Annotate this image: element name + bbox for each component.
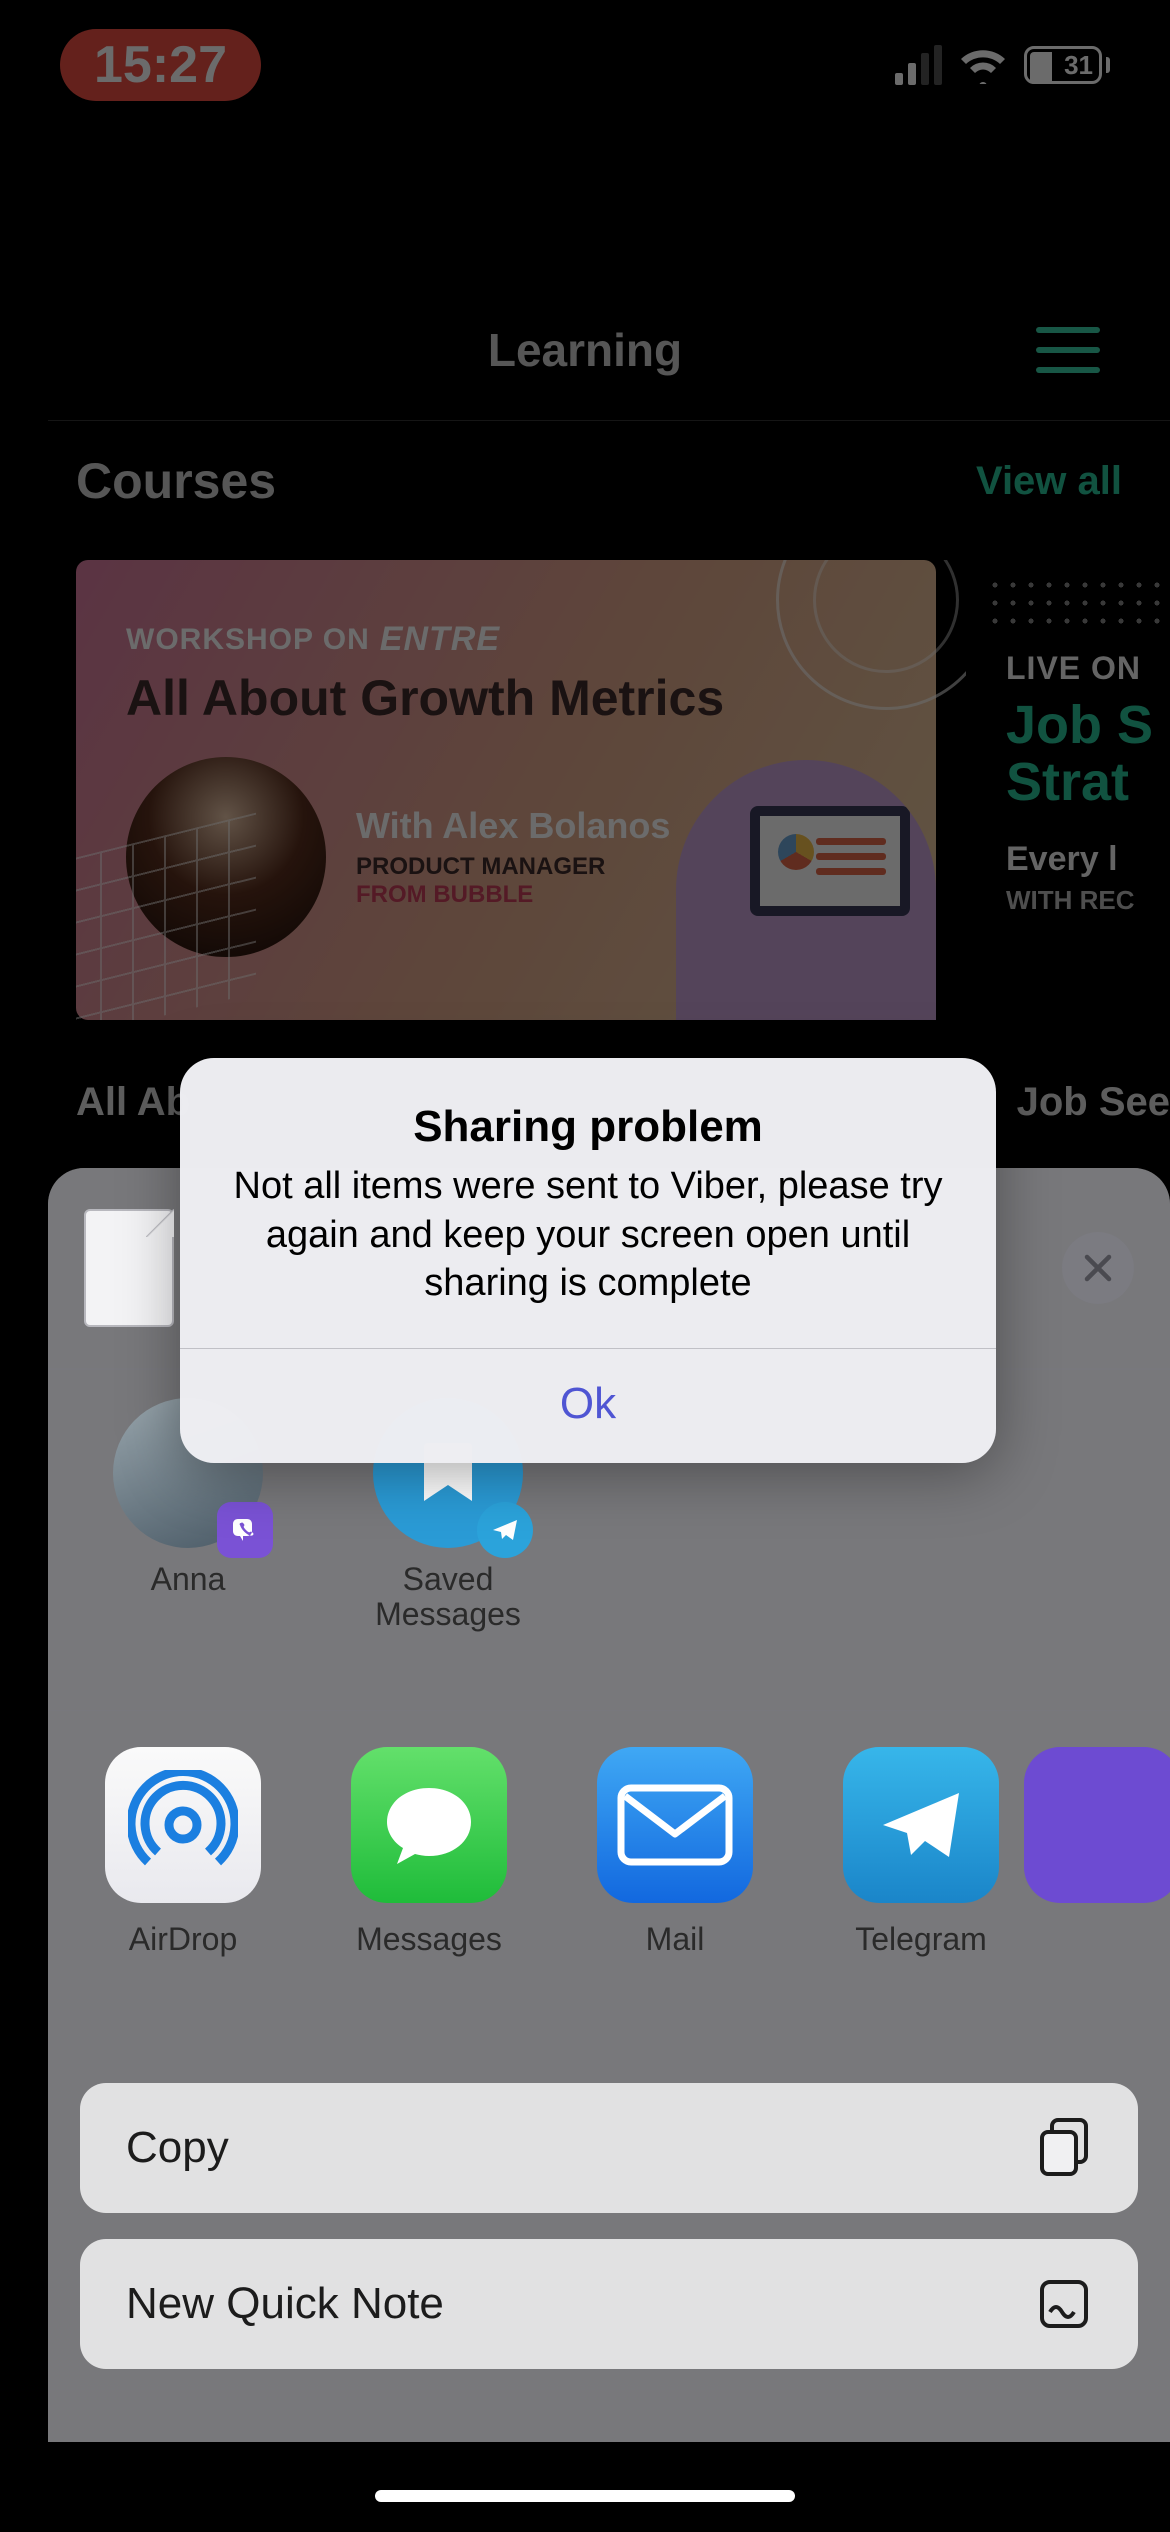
quick-note-icon [1036, 2276, 1092, 2332]
alert-title: Sharing problem [230, 1102, 946, 1152]
app-label: AirDrop [129, 1921, 237, 1958]
viber-badge-icon [217, 1502, 273, 1558]
copy-icon [1036, 2116, 1092, 2180]
share-apps-row[interactable]: AirDrop Messages Mail Telegram [48, 1711, 1170, 2061]
alert-message: Not all items were sent to Viber, please… [230, 1162, 946, 1308]
messages-icon [351, 1747, 507, 1903]
share-actions: Copy New Quick Note [48, 2061, 1170, 2369]
app-messages[interactable]: Messages [344, 1747, 514, 1958]
file-icon [84, 1209, 174, 1327]
contact-label: Anna [151, 1562, 226, 1597]
telegram-badge-icon [477, 1502, 533, 1558]
action-label: Copy [126, 2123, 229, 2173]
app-label: Mail [646, 1921, 705, 1958]
mail-icon [597, 1747, 753, 1903]
alert-dialog: Sharing problem Not all items were sent … [180, 1058, 996, 1463]
app-viber-partial[interactable] [1082, 1747, 1122, 1903]
telegram-icon [843, 1747, 999, 1903]
action-new-quick-note[interactable]: New Quick Note [80, 2239, 1138, 2369]
airdrop-icon [105, 1747, 261, 1903]
contact-label: Saved Messages [358, 1562, 538, 1632]
app-telegram[interactable]: Telegram [836, 1747, 1006, 1958]
app-mail[interactable]: Mail [590, 1747, 760, 1958]
app-label: Telegram [855, 1921, 987, 1958]
close-icon [1083, 1253, 1113, 1283]
close-button[interactable] [1062, 1232, 1134, 1304]
action-copy[interactable]: Copy [80, 2083, 1138, 2213]
viber-icon [1024, 1747, 1170, 1903]
app-airdrop[interactable]: AirDrop [98, 1747, 268, 1958]
app-label: Messages [356, 1921, 502, 1958]
action-label: New Quick Note [126, 2279, 444, 2329]
alert-ok-button[interactable]: Ok [180, 1349, 996, 1463]
home-indicator[interactable] [375, 2490, 795, 2502]
